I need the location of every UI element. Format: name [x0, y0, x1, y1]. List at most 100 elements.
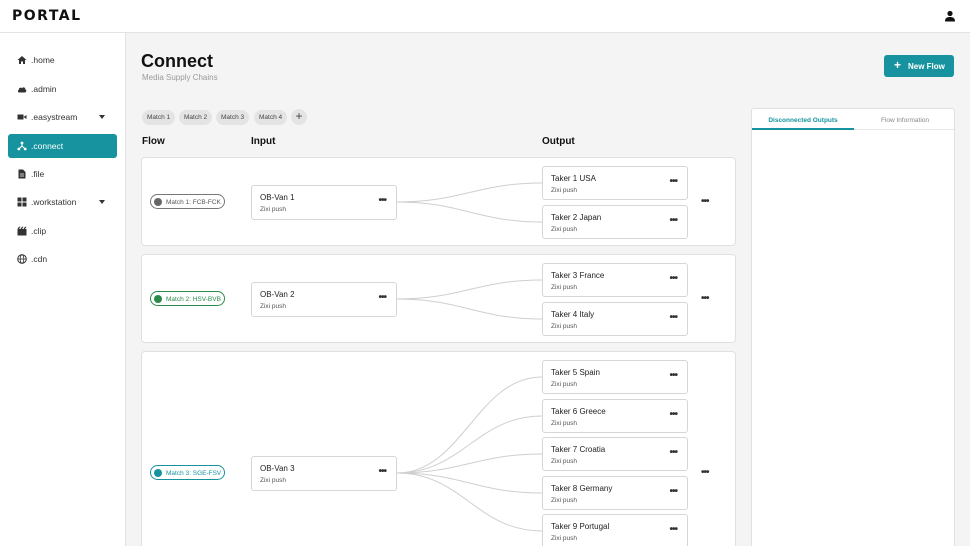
- tab-disconnected-outputs[interactable]: Disconnected Outputs: [752, 109, 854, 130]
- flow-more-icon[interactable]: •••: [701, 197, 709, 207]
- new-flow-button[interactable]: + New Flow: [884, 55, 954, 77]
- column-header-flow: Flow: [142, 136, 165, 147]
- top-bar: PORTAL: [0, 0, 970, 33]
- main-content: Connect Media Supply Chains + New Flow M…: [127, 33, 970, 546]
- output-protocol: Zixi push: [551, 497, 578, 504]
- sidebar-item-clip[interactable]: .clip: [8, 219, 117, 243]
- more-icon[interactable]: •••: [669, 410, 677, 420]
- flow-card: Match 2: HSV-BVB OB-Van 2 Zixi push ••• …: [141, 254, 736, 343]
- output-node[interactable]: Taker 3 France Zixi push •••: [542, 263, 688, 297]
- globe-icon: [17, 254, 27, 264]
- side-panel: Disconnected Outputs Flow Information: [751, 108, 956, 546]
- file-icon: [18, 169, 26, 179]
- connect-icon: [17, 141, 27, 151]
- output-protocol: Zixi push: [551, 187, 578, 194]
- output-name: Taker 7 Croatia: [551, 445, 606, 454]
- output-name: Taker 4 Italy: [551, 310, 595, 319]
- tab-flow-information[interactable]: Flow Information: [854, 109, 956, 130]
- input-protocol: Zixi push: [260, 477, 287, 484]
- portal-logo[interactable]: PORTAL: [12, 8, 82, 24]
- output-node[interactable]: Taker 2 Japan Zixi push •••: [542, 205, 688, 239]
- user-icon[interactable]: [944, 10, 956, 22]
- camera-icon: [17, 114, 27, 120]
- sidebar-item-easystream[interactable]: .easystream: [8, 105, 117, 129]
- more-icon[interactable]: •••: [669, 177, 677, 187]
- output-protocol: Zixi push: [551, 420, 578, 427]
- output-protocol: Zixi push: [551, 226, 578, 233]
- more-icon[interactable]: •••: [669, 525, 677, 535]
- add-chip-button[interactable]: +: [291, 109, 307, 125]
- new-flow-label: New Flow: [908, 62, 945, 71]
- sidebar-item-label: .easystream: [31, 112, 78, 122]
- sidebar-item-label: .home: [31, 55, 55, 65]
- more-icon[interactable]: •••: [669, 487, 677, 497]
- output-name: Taker 1 USA: [551, 174, 596, 183]
- sidebar-item-connect[interactable]: .connect: [8, 134, 117, 158]
- filter-chip-match-1[interactable]: Match 1: [142, 110, 176, 125]
- input-name: OB-Van 3: [260, 464, 295, 473]
- output-node[interactable]: Taker 8 Germany Zixi push •••: [542, 476, 688, 510]
- output-name: Taker 3 France: [551, 271, 605, 280]
- output-protocol: Zixi push: [551, 381, 578, 388]
- output-protocol: Zixi push: [551, 535, 578, 542]
- flow-card: Match 1: FCB-FCK OB-Van 1 Zixi push ••• …: [141, 157, 736, 246]
- output-node[interactable]: Taker 5 Spain Zixi push •••: [542, 360, 688, 394]
- page-title: Connect: [141, 51, 213, 71]
- output-node[interactable]: Taker 9 Portugal Zixi push •••: [542, 514, 688, 546]
- chevron-down-icon: [99, 200, 105, 204]
- more-icon[interactable]: •••: [378, 467, 386, 477]
- sidebar-item-file[interactable]: .file: [8, 162, 117, 186]
- input-protocol: Zixi push: [260, 303, 287, 310]
- logo-text: PORTAL: [12, 8, 82, 24]
- sidebar-item-label: .cdn: [31, 254, 48, 264]
- more-icon[interactable]: •••: [669, 448, 677, 458]
- sidebar-item-label: .clip: [31, 226, 47, 236]
- output-name: Taker 8 Germany: [551, 484, 613, 493]
- plus-icon: +: [894, 58, 902, 72]
- sidebar-item-cdn[interactable]: .cdn: [8, 247, 117, 271]
- more-icon[interactable]: •••: [378, 293, 386, 303]
- more-icon[interactable]: •••: [669, 274, 677, 284]
- output-name: Taker 9 Portugal: [551, 522, 610, 531]
- output-node[interactable]: Taker 1 USA Zixi push •••: [542, 166, 688, 200]
- sidebar-item-label: .admin: [31, 84, 57, 94]
- output-node[interactable]: Taker 6 Greece Zixi push •••: [542, 399, 688, 433]
- input-protocol: Zixi push: [260, 206, 287, 213]
- output-name: Taker 2 Japan: [551, 213, 602, 222]
- input-name: OB-Van 2: [260, 290, 295, 299]
- sidebar-item-home[interactable]: .home: [8, 48, 117, 72]
- output-name: Taker 5 Spain: [551, 368, 600, 377]
- more-icon[interactable]: •••: [669, 313, 677, 323]
- flow-card: Match 3: SGE-FSV OB-Van 3 Zixi push ••• …: [141, 351, 736, 546]
- clapperboard-icon: [17, 226, 27, 236]
- output-protocol: Zixi push: [551, 284, 578, 291]
- filter-chip-match-4[interactable]: Match 4: [254, 110, 288, 125]
- cloud-icon: [17, 87, 27, 93]
- page-subtitle: Media Supply Chains: [142, 73, 218, 82]
- sidebar-item-label: .workstation: [31, 197, 77, 207]
- sidebar: .home .admin .easystream .connect .file …: [0, 33, 126, 546]
- output-node[interactable]: Taker 7 Croatia Zixi push •••: [542, 437, 688, 471]
- more-icon[interactable]: •••: [669, 371, 677, 381]
- column-header-input: Input: [251, 136, 276, 147]
- flow-more-icon[interactable]: •••: [701, 468, 709, 478]
- more-icon[interactable]: •••: [378, 196, 386, 206]
- output-name: Taker 6 Greece: [551, 407, 606, 416]
- input-node[interactable]: OB-Van 2 Zixi push •••: [251, 282, 397, 317]
- input-node[interactable]: OB-Van 3 Zixi push •••: [251, 456, 397, 491]
- filter-chip-match-3[interactable]: Match 3: [216, 110, 250, 125]
- output-node[interactable]: Taker 4 Italy Zixi push •••: [542, 302, 688, 336]
- flow-more-icon[interactable]: •••: [701, 294, 709, 304]
- filter-chip-match-2[interactable]: Match 2: [179, 110, 213, 125]
- sidebar-item-workstation[interactable]: .workstation: [8, 190, 117, 214]
- sidebar-item-label: .connect: [31, 141, 64, 151]
- output-protocol: Zixi push: [551, 323, 578, 330]
- input-name: OB-Van 1: [260, 193, 295, 202]
- column-header-output: Output: [542, 136, 575, 147]
- more-icon[interactable]: •••: [669, 216, 677, 226]
- sidebar-item-admin[interactable]: .admin: [8, 77, 117, 101]
- output-protocol: Zixi push: [551, 458, 578, 465]
- chevron-down-icon: [99, 115, 105, 119]
- input-node[interactable]: OB-Van 1 Zixi push •••: [251, 185, 397, 220]
- sidebar-item-label: .file: [31, 169, 45, 179]
